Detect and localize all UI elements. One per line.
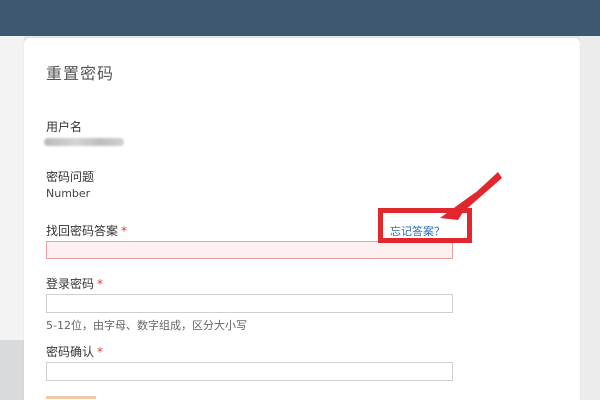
password-label: 登录密码 * xyxy=(46,275,103,292)
required-mark: * xyxy=(121,224,128,238)
required-mark: * xyxy=(97,345,104,359)
username-label: 用户名 xyxy=(46,120,83,134)
answer-label-text: 找回密码答案 xyxy=(46,224,119,238)
required-mark: * xyxy=(97,277,104,291)
password-label-text: 登录密码 xyxy=(46,277,95,291)
answer-input[interactable] xyxy=(46,241,453,259)
cut-off-content xyxy=(46,396,96,399)
password-hint: 5-12位，由字母、数字组成，区分大小写 xyxy=(46,319,247,332)
security-question-value: Number xyxy=(46,187,91,200)
security-question-label: 密码问题 xyxy=(46,170,95,184)
page-title: 重置密码 xyxy=(46,64,115,83)
confirm-label-text: 密码确认 xyxy=(46,345,95,359)
username-value-redacted xyxy=(44,138,124,146)
reset-password-card: 重置密码 用户名 密码问题 Number 找回密码答案 * 忘记答案？ 登录密码 *… xyxy=(24,38,580,400)
password-input[interactable] xyxy=(46,294,453,313)
confirm-password-label: 密码确认 * xyxy=(46,343,103,360)
top-navigation-bar xyxy=(0,0,600,36)
confirm-password-input[interactable] xyxy=(46,362,453,381)
answer-label: 找回密码答案 * xyxy=(46,222,127,239)
left-background-shadow xyxy=(0,340,24,400)
annotation-highlight-box xyxy=(378,208,472,243)
right-background-strip xyxy=(580,36,600,400)
